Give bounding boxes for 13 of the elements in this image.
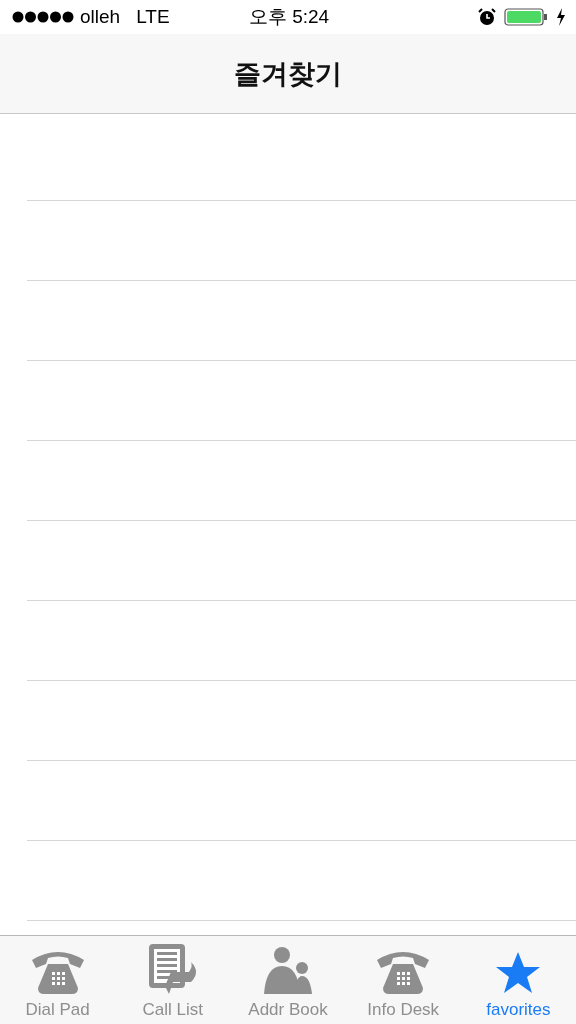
charging-icon [556, 8, 566, 26]
tab-bar-item[interactable]: Call List [115, 936, 231, 1024]
tab-bar-item[interactable]: Dial Pad [0, 936, 116, 1024]
tab-bar-item[interactable]: favorites [460, 936, 576, 1024]
tab-bar-item[interactable]: Info Desk [345, 936, 461, 1024]
alarm-icon [478, 8, 496, 26]
battery-icon [504, 8, 548, 26]
network-type: LTE [136, 6, 170, 28]
signal-icon [12, 11, 74, 23]
status-time: 오후 5:24 [248, 6, 330, 27]
tab-bar-item[interactable]: Addr Book [230, 936, 346, 1024]
screen-title: 즐겨찾기 [234, 57, 342, 91]
carrier-name: olleh [80, 6, 121, 28]
